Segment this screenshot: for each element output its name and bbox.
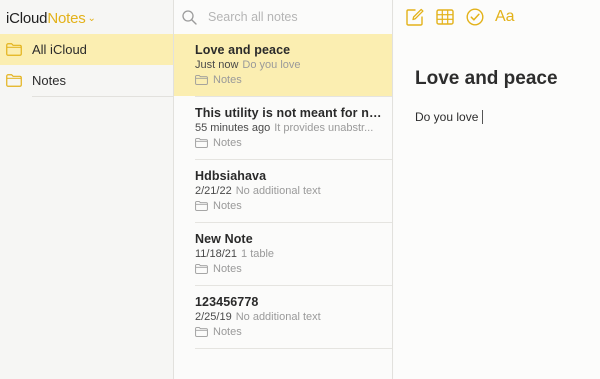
- folder-icon: [6, 43, 22, 56]
- note-body-text: Do you love: [415, 110, 479, 124]
- note-date: 2/21/22: [195, 185, 232, 197]
- note-folder: Notes: [195, 200, 242, 212]
- note-date: 11/18/21: [195, 248, 238, 260]
- search-bar: [174, 0, 393, 34]
- folder-item-notes[interactable]: Notes: [0, 65, 173, 96]
- folder-icon: [195, 327, 208, 337]
- note-folder: Notes: [195, 263, 242, 275]
- note-title: New Note: [195, 232, 253, 246]
- search-input[interactable]: [208, 10, 388, 24]
- note-body[interactable]: Do you love: [415, 110, 484, 124]
- note-meta: 55 minutes ago It provides unabstr...: [195, 122, 385, 134]
- note-preview: No additional text: [235, 185, 321, 197]
- note-folder-label: Notes: [213, 326, 242, 338]
- note-title: This utility is not meant for no...: [195, 106, 385, 120]
- note-date: 55 minutes ago: [195, 122, 271, 134]
- note-folder-label: Notes: [213, 74, 242, 86]
- note-folder-label: Notes: [213, 137, 242, 149]
- note-item[interactable]: This utility is not meant for no... 55 m…: [174, 97, 392, 159]
- folders-sidebar: iCloudNotes ⌄ All iCloud Notes: [0, 0, 174, 379]
- note-heading[interactable]: Love and peace: [415, 68, 558, 90]
- note-folder: Notes: [195, 137, 242, 149]
- folder-label: Notes: [32, 73, 66, 88]
- icloud-label: iCloud: [6, 10, 48, 27]
- note-date: 2/25/19: [195, 311, 232, 323]
- note-meta: 11/18/21 1 table: [195, 248, 385, 260]
- note-item[interactable]: 123456778 2/25/19 No additional text Note…: [174, 286, 392, 348]
- note-meta: 2/25/19 No additional text: [195, 311, 385, 323]
- note-preview: No additional text: [235, 311, 321, 323]
- folder-icon: [195, 138, 208, 148]
- compose-icon[interactable]: [405, 7, 425, 27]
- note-folder: Notes: [195, 74, 242, 86]
- note-item[interactable]: Love and peace Just now Do you love Notes: [174, 34, 392, 96]
- note-item[interactable]: New Note 11/18/21 1 table Notes: [174, 223, 392, 285]
- folder-icon: [6, 74, 22, 87]
- notes-app-label: Notes: [47, 10, 86, 27]
- checklist-icon[interactable]: [465, 7, 485, 27]
- folder-item-all-icloud[interactable]: All iCloud: [0, 34, 173, 65]
- note-date: Just now: [195, 59, 239, 71]
- note-folder-label: Notes: [213, 200, 242, 212]
- folder-icon: [195, 201, 208, 211]
- text-caret: [482, 110, 484, 124]
- note-item[interactable]: Hdbsiahava 2/21/22 No additional text Not…: [174, 160, 392, 222]
- chevron-down-icon[interactable]: ⌄: [88, 13, 96, 24]
- folder-label: All iCloud: [32, 42, 87, 57]
- format-icon[interactable]: Aa: [495, 8, 515, 26]
- app-title[interactable]: iCloudNotes ⌄: [6, 10, 96, 30]
- note-title: Hdbsiahava: [195, 169, 267, 183]
- note-folder-label: Notes: [213, 263, 242, 275]
- note-preview: Do you love: [242, 59, 301, 71]
- note-title: 123456778: [195, 295, 259, 309]
- divider: [195, 348, 392, 349]
- table-icon[interactable]: [435, 7, 455, 27]
- divider: [32, 96, 173, 97]
- notes-list: Love and peace Just nowDo you love Notes…: [174, 0, 393, 379]
- folder-icon: [195, 75, 208, 85]
- note-preview: It provides unabstr...: [274, 122, 374, 134]
- search-icon: [182, 10, 197, 25]
- note-preview: 1 table: [241, 248, 275, 260]
- note-meta: 2/21/22 No additional text: [195, 185, 385, 197]
- note-editor: Aa Love and peace Do you love: [394, 0, 600, 379]
- note-folder: Notes: [195, 326, 242, 338]
- note-title: Love and peace: [195, 43, 291, 57]
- folder-icon: [195, 264, 208, 274]
- note-meta: Just now Do you love: [195, 59, 385, 71]
